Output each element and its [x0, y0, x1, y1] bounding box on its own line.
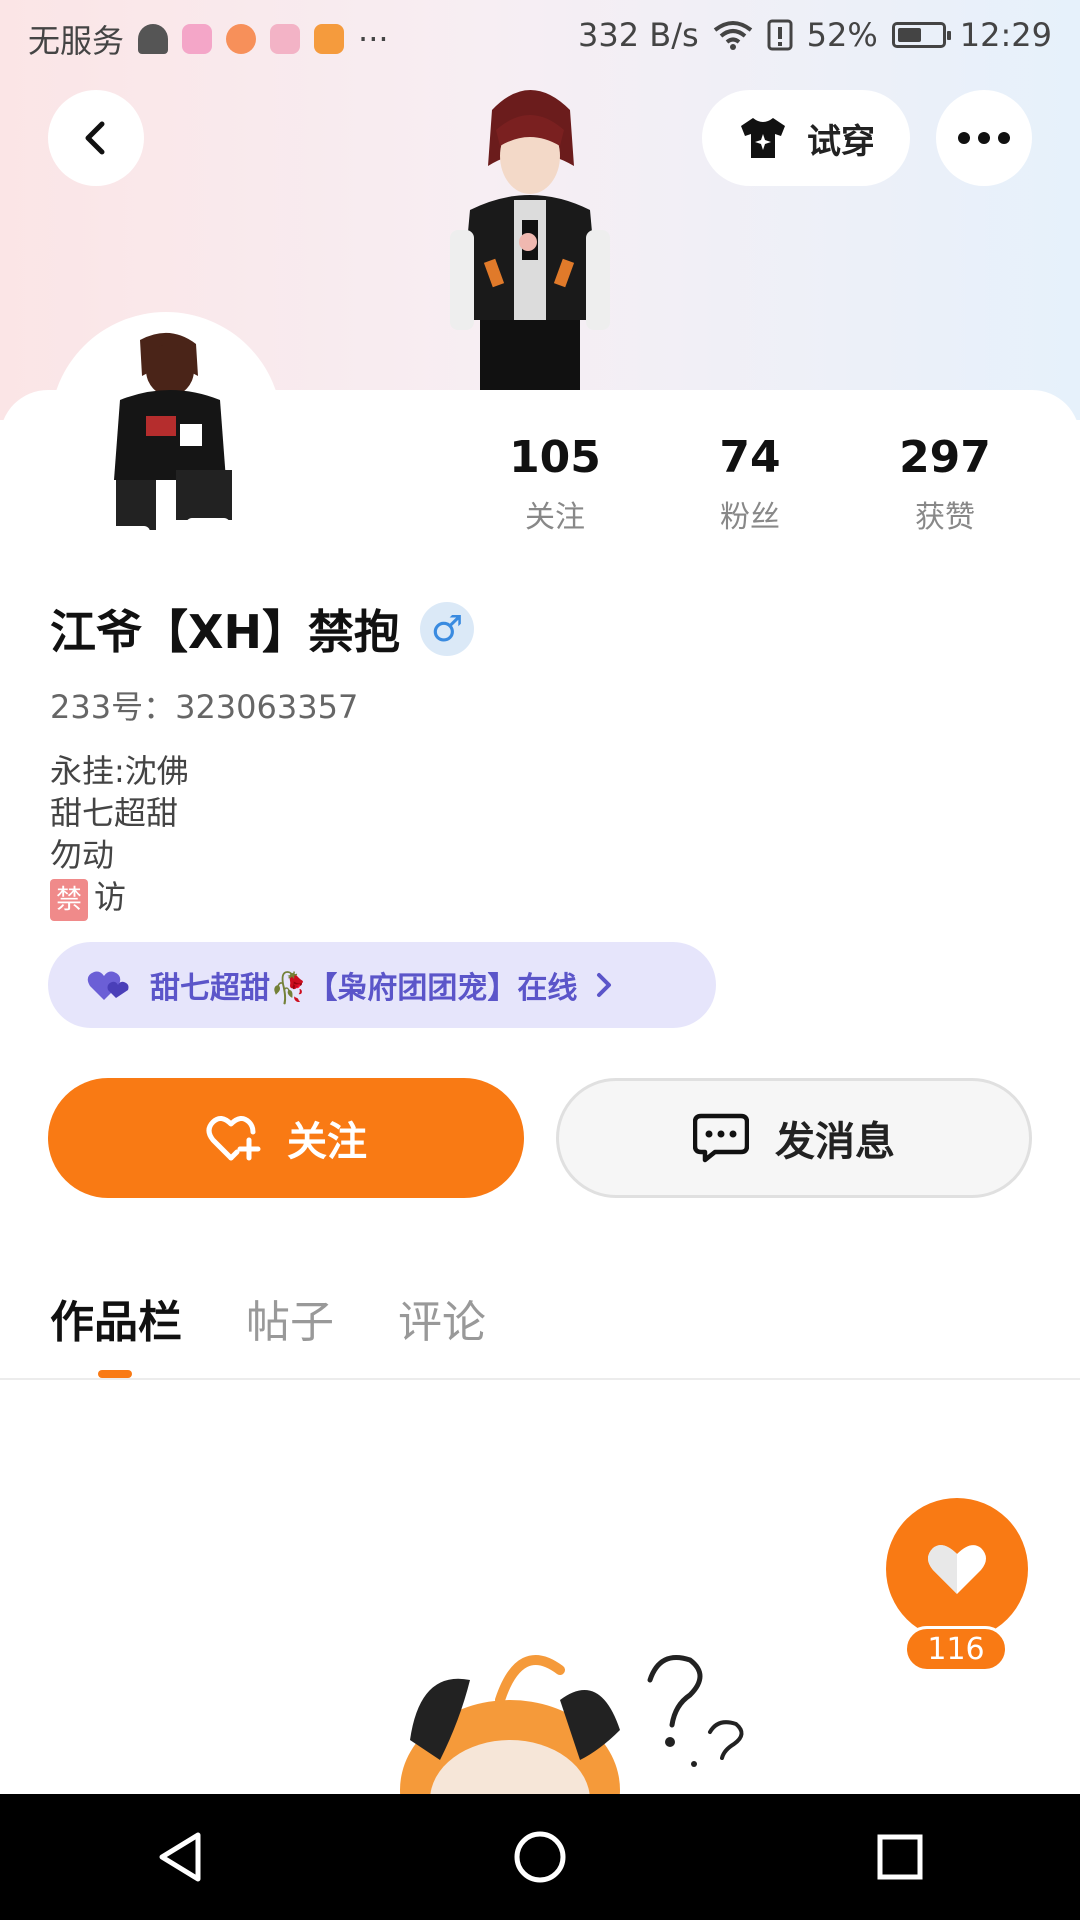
- tab-works[interactable]: 作品栏: [50, 1286, 182, 1350]
- back-button[interactable]: [48, 90, 144, 186]
- stat-label: 关注: [525, 500, 585, 535]
- message-label: 发消息: [775, 1119, 895, 1165]
- bio-line: 勿动: [50, 836, 115, 874]
- chevron-left-icon: [85, 121, 105, 155]
- user-id: 233号：323063357: [50, 688, 359, 726]
- stat-label: 粉丝: [720, 500, 780, 535]
- profile-stats: 105 关注 74 粉丝 297 获赞: [470, 430, 1030, 536]
- chevron-right-icon: [597, 973, 612, 997]
- name-row: 江爷【XH】禁抱 ♂: [50, 596, 474, 662]
- carrier-text: 无服务: [28, 22, 125, 60]
- hero-avatar-image: [430, 70, 630, 390]
- male-gender-icon: ♂: [419, 602, 474, 656]
- play-app-icon: [314, 24, 345, 54]
- system-nav-bar: [0, 1794, 1080, 1920]
- double-heart-icon: [87, 971, 129, 1000]
- bio-line: 永挂:沈佛: [50, 752, 189, 790]
- graduation-cap-icon: [138, 24, 169, 54]
- group-label: 甜七超甜🥀【枭府团团宠】在线: [150, 971, 578, 1006]
- ban-emoji-tag: 禁: [50, 879, 89, 921]
- chat-bubble-icon: [693, 1113, 749, 1163]
- active-tab-indicator: [98, 1370, 132, 1378]
- more-options-button[interactable]: [936, 90, 1032, 186]
- stat-value: 105: [509, 432, 601, 483]
- like-count: 116: [904, 1626, 1008, 1672]
- try-on-label: 试穿: [807, 121, 875, 162]
- stat-followers[interactable]: 74 粉丝: [665, 430, 835, 536]
- stat-label: 获赞: [915, 500, 975, 535]
- clock: 12:29: [959, 16, 1052, 54]
- stat-likes[interactable]: 297 获赞: [860, 430, 1030, 536]
- gift-app-icon: [270, 24, 301, 54]
- heart-icon: [928, 1545, 986, 1594]
- bio-line: 禁访: [50, 876, 189, 921]
- content-tabs: 作品栏 帖子 评论: [50, 1286, 486, 1350]
- follow-label: 关注: [287, 1119, 367, 1165]
- square-recents-icon: [877, 1834, 923, 1880]
- circle-home-icon: [514, 1831, 566, 1883]
- wifi-icon: [713, 21, 752, 50]
- more-notifications: ···: [358, 20, 389, 58]
- battery-icon: [891, 22, 951, 48]
- group-link[interactable]: 甜七超甜🥀【枭府团团宠】在线: [48, 942, 716, 1028]
- send-message-button[interactable]: 发消息: [556, 1078, 1032, 1198]
- bio-line-text: 访: [94, 878, 127, 916]
- more-dots-icon: [958, 132, 1010, 144]
- heart-plus-icon: [206, 1116, 261, 1161]
- try-on-button[interactable]: 试穿: [702, 90, 910, 186]
- pig-app-icon: [226, 24, 257, 54]
- sim-alert-icon: [767, 19, 793, 51]
- nav-back-button[interactable]: [120, 1797, 240, 1917]
- tshirt-icon: [741, 118, 785, 158]
- network-speed: 332 B/s: [578, 16, 699, 54]
- bio-line: 甜七超甜: [50, 794, 179, 832]
- user-name: 江爷【XH】禁抱: [50, 605, 400, 659]
- triangle-back-icon: [159, 1832, 201, 1882]
- tab-posts[interactable]: 帖子: [246, 1286, 334, 1350]
- nav-recents-button[interactable]: [840, 1797, 960, 1917]
- follow-button[interactable]: 关注: [48, 1078, 524, 1198]
- stat-value: 74: [719, 432, 781, 483]
- tab-comments[interactable]: 评论: [398, 1286, 486, 1350]
- user-bio: 永挂:沈佛 甜七超甜 勿动 禁访: [50, 750, 189, 921]
- heart-app-icon: [182, 24, 213, 54]
- status-bar: 无服务 ··· 332 B/s 52% 12:29: [0, 0, 1080, 74]
- avatar[interactable]: [80, 330, 260, 550]
- nav-home-button[interactable]: [480, 1797, 600, 1917]
- battery-percent: 52%: [806, 16, 878, 54]
- stat-following[interactable]: 105 关注: [470, 430, 640, 536]
- like-button[interactable]: [886, 1498, 1028, 1640]
- stat-value: 297: [899, 432, 991, 483]
